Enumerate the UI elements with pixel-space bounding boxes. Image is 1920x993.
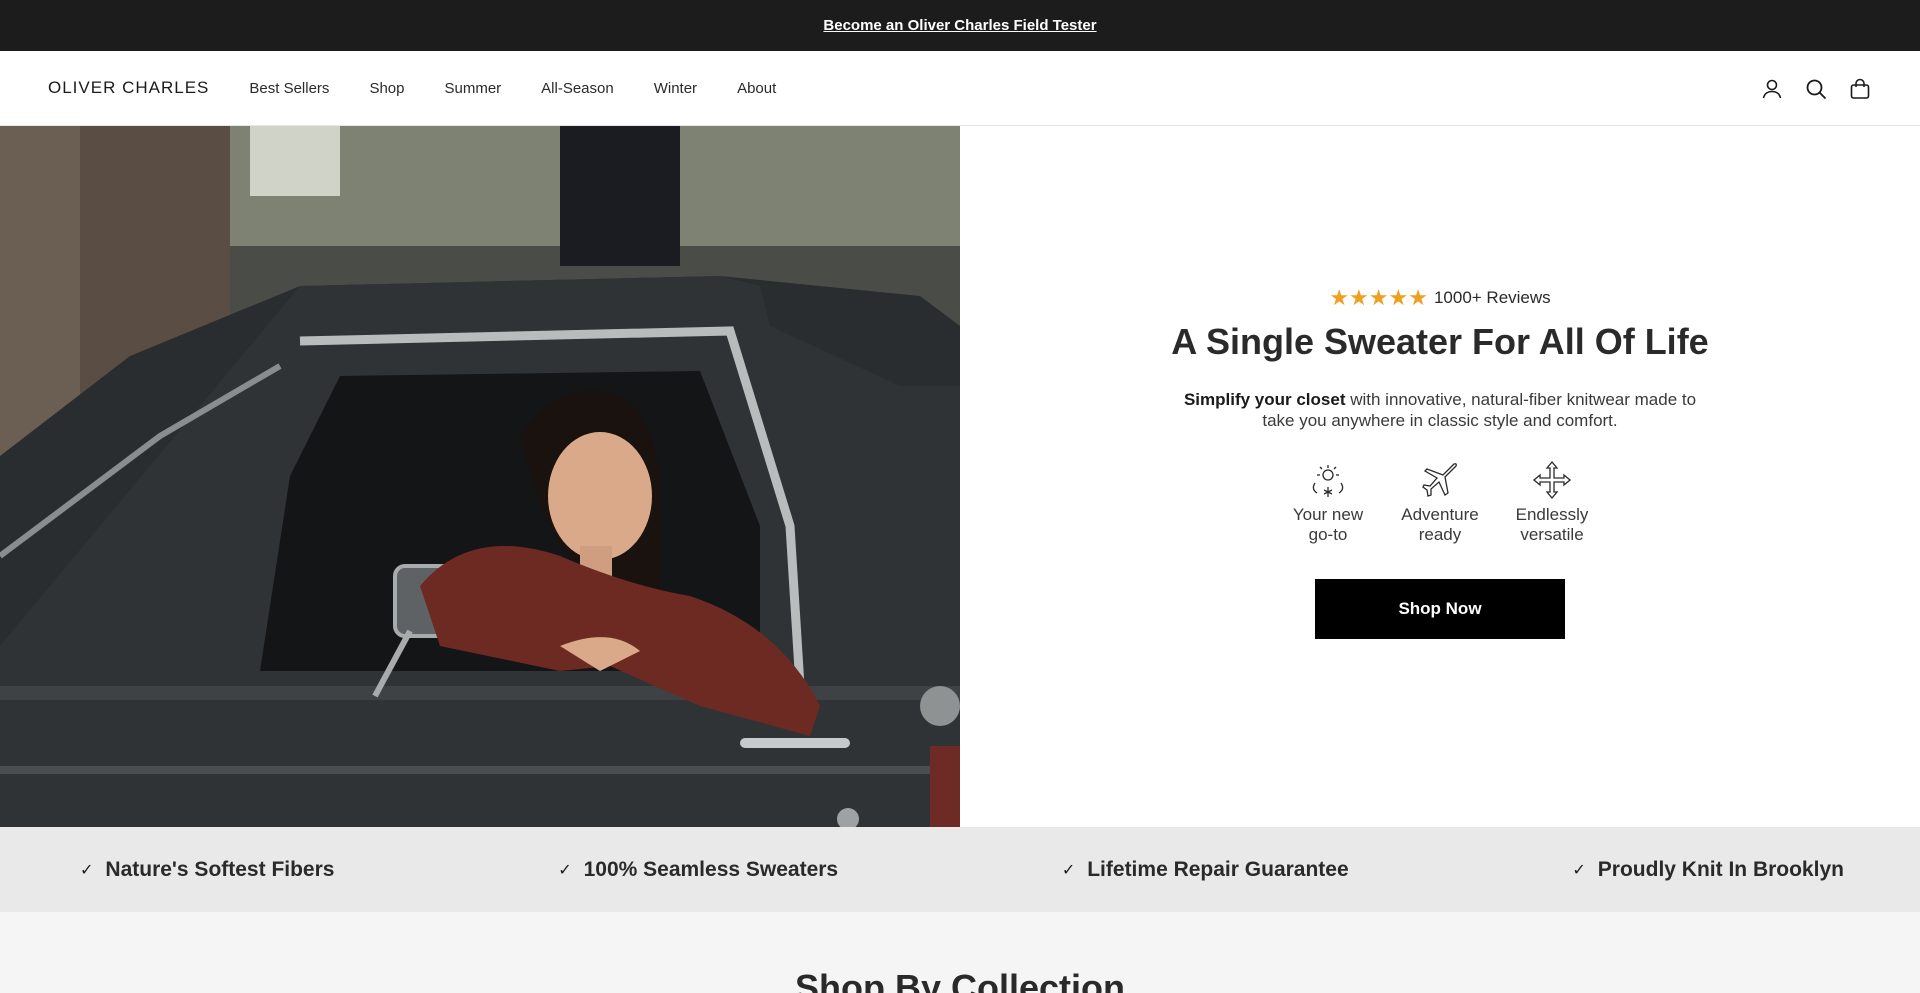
account-icon[interactable] <box>1760 77 1784 101</box>
nav-shop[interactable]: Shop <box>369 80 404 97</box>
feature-label: Your new go-to <box>1292 504 1364 544</box>
check-icon: ✓ <box>558 861 572 879</box>
check-icon: ✓ <box>1572 861 1586 879</box>
benefit-item: ✓ 100% Seamless Sweaters <box>558 858 838 882</box>
feature-item: Your new go-to <box>1286 459 1370 545</box>
sun-snow-icon <box>1312 464 1344 497</box>
reviews-count: 1000+ Reviews <box>1433 287 1551 307</box>
field-tester-link[interactable]: Become an Oliver Charles Field Tester <box>823 17 1096 34</box>
hero-desc-bold: Simplify your closet <box>1183 389 1346 409</box>
shop-now-button[interactable]: Shop Now <box>1315 578 1565 639</box>
nav-summer[interactable]: Summer <box>444 80 501 97</box>
nav-all-season[interactable]: All-Season <box>541 80 614 97</box>
nav-best-sellers[interactable]: Best Sellers <box>249 80 329 97</box>
benefit-label: Proudly Knit In Brooklyn <box>1597 857 1844 881</box>
benefits-bar: ✓ Nature's Softest Fibers ✓ 100% Seamles… <box>0 827 1920 912</box>
main-nav: Best Sellers Shop Summer All-Season Wint… <box>249 80 776 97</box>
nav-about[interactable]: About <box>737 80 776 97</box>
search-icon[interactable] <box>1804 77 1828 101</box>
section-title: Shop By Collection <box>794 967 1125 993</box>
arrows-icon <box>1532 460 1572 499</box>
nav-winter[interactable]: Winter <box>654 80 697 97</box>
benefit-item: ✓ Proudly Knit In Brooklyn <box>1572 858 1844 882</box>
feature-label: Adventure ready <box>1401 504 1479 544</box>
feature-list: Your new go-to Adventure ready Endlessly… <box>1286 459 1594 545</box>
check-icon: ✓ <box>80 861 94 879</box>
hero-title: A Single Sweater For All Of Life <box>1171 320 1709 362</box>
benefit-item: ✓ Lifetime Repair Guarantee <box>1062 858 1349 882</box>
rating-stars: ★★★★★ <box>1329 284 1428 310</box>
benefit-label: 100% Seamless Sweaters <box>583 857 839 881</box>
check-icon: ✓ <box>1061 861 1076 879</box>
hero-content: ★★★★★ 1000+ Reviews A Single Sweater For… <box>960 126 1920 827</box>
hero: ★★★★★ 1000+ Reviews A Single Sweater For… <box>0 126 1920 827</box>
feature-label: Endlessly versatile <box>1515 504 1589 544</box>
benefit-label: Lifetime Repair Guarantee <box>1087 857 1349 881</box>
benefit-item: ✓ Nature's Softest Fibers <box>80 858 334 882</box>
benefit-label: Nature's Softest Fibers <box>105 857 335 881</box>
reviews-summary[interactable]: ★★★★★ 1000+ Reviews <box>1329 285 1550 311</box>
feature-item: Adventure ready <box>1398 459 1482 545</box>
feature-item: Endlessly versatile <box>1510 459 1594 545</box>
header-icons <box>1760 51 1872 126</box>
announcement-bar: Become an Oliver Charles Field Tester <box>0 0 1920 51</box>
airplane-icon <box>1422 462 1457 497</box>
collections-section: Shop By Collection <box>0 912 1920 993</box>
logo[interactable]: OLIVER CHARLES <box>48 78 209 98</box>
hero-description: Simplify your closet with innovative, na… <box>1180 389 1700 431</box>
site-header: OLIVER CHARLES Best Sellers Shop Summer … <box>0 51 1920 126</box>
hero-photo <box>0 126 960 827</box>
cart-icon[interactable] <box>1848 77 1872 101</box>
